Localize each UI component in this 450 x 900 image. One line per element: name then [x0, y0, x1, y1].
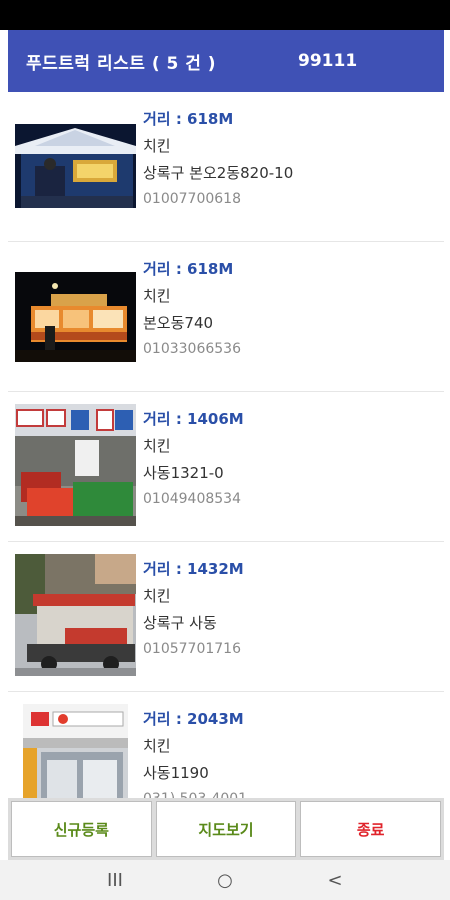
recent-apps-icon[interactable]: III: [95, 870, 135, 891]
distance-label: 거리 : 618M: [143, 110, 234, 128]
list-item[interactable]: 거리 : 1406M 치킨 사동1321-0 01049408534: [8, 392, 444, 542]
phone-label: 01033066536: [143, 341, 241, 357]
phone-label: 031) 503-4001: [143, 787, 247, 798]
category-label: 치킨: [143, 437, 171, 455]
phone-label: 01049408534: [143, 491, 241, 507]
food-truck-night-photo: [15, 272, 136, 362]
item-info: 거리 : 2043M 치킨 사동1190 031) 503-4001: [143, 706, 247, 798]
back-icon[interactable]: <: [315, 870, 355, 891]
red-truck-photo: [15, 554, 136, 676]
category-label: 치킨: [143, 587, 171, 605]
list-item[interactable]: 거리 : 2043M 치킨 사동1190 031) 503-4001: [8, 692, 444, 798]
app-header: 푸드트럭 리스트 ( 5 건 ) 99111: [8, 30, 444, 92]
address-label: 본오동740: [143, 314, 214, 332]
distance-label: 거리 : 1406M: [143, 410, 244, 428]
item-info: 거리 : 1406M 치킨 사동1321-0 01049408534: [143, 406, 244, 512]
phone-label: 01007700618: [143, 191, 241, 207]
storefront-photo: [23, 704, 128, 798]
register-button[interactable]: 신규등록: [11, 801, 152, 857]
bottom-button-bar: 신규등록 지도보기 종료: [8, 798, 444, 860]
category-label: 치킨: [143, 287, 171, 305]
address-label: 사동1190: [143, 764, 209, 782]
header-code: 99111: [298, 51, 358, 71]
address-label: 상록구 본오2동820-10: [143, 164, 294, 182]
map-view-button[interactable]: 지도보기: [155, 801, 297, 857]
page-title: 푸드트럭 리스트 ( 5 건 ): [26, 53, 217, 74]
distance-label: 거리 : 618M: [143, 260, 234, 278]
list-item[interactable]: 거리 : 1432M 치킨 상록구 사동 01057701716: [8, 542, 444, 692]
item-info: 거리 : 618M 치킨 상록구 본오2동820-10 01007700618: [143, 106, 293, 212]
home-icon[interactable]: ○: [205, 870, 245, 891]
status-bar: [0, 0, 450, 30]
distance-label: 거리 : 1432M: [143, 560, 244, 578]
exit-button[interactable]: 종료: [300, 801, 442, 857]
address-label: 상록구 사동: [143, 614, 217, 632]
address-label: 사동1321-0: [143, 464, 224, 482]
street-stall-photo: [15, 404, 136, 526]
foodtruck-list[interactable]: 거리 : 618M 치킨 상록구 본오2동820-10 01007700618 …: [8, 92, 444, 798]
list-item[interactable]: 거리 : 618M 치킨 상록구 본오2동820-10 01007700618: [8, 92, 444, 242]
food-truck-tent-photo: [15, 124, 136, 208]
category-label: 치킨: [143, 737, 171, 755]
system-nav-bar: III ○ <: [0, 860, 450, 900]
phone-label: 01057701716: [143, 641, 241, 657]
item-info: 거리 : 1432M 치킨 상록구 사동 01057701716: [143, 556, 244, 662]
list-item[interactable]: 거리 : 618M 치킨 본오동740 01033066536: [8, 242, 444, 392]
distance-label: 거리 : 2043M: [143, 710, 244, 728]
item-info: 거리 : 618M 치킨 본오동740 01033066536: [143, 256, 241, 362]
category-label: 치킨: [143, 137, 171, 155]
